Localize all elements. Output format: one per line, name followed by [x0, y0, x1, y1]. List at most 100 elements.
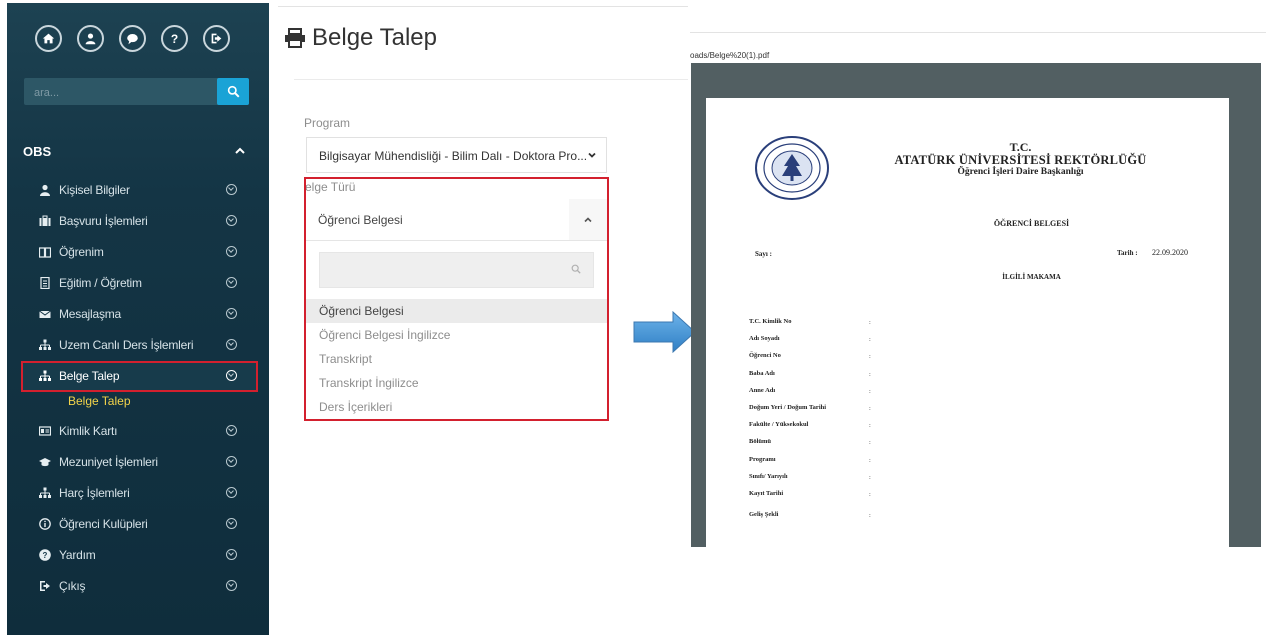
sidebar-item-basvuru-islemleri[interactable]: Başvuru İşlemleri [7, 206, 269, 237]
field-label: Kayıt Tarihi [749, 489, 784, 497]
sidebar-item-label: Kişisel Bilgiler [59, 183, 130, 197]
sign-out-icon [38, 580, 51, 593]
sidebar-menu: Kişisel Bilgiler Başvuru İşlemleri Öğren… [7, 175, 269, 602]
sidebar-item-egitim-ogretim[interactable]: Eğitim / Öğretim [7, 268, 269, 299]
option-ogrenci-belgesi[interactable]: Öğrenci Belgesi [306, 299, 607, 323]
program-select-value: Bilgisayar Mühendisliği - Bilim Dalı - D… [319, 149, 588, 163]
program-label: Program [304, 116, 351, 130]
option-transkript[interactable]: Transkript [306, 347, 607, 371]
chevron-circle-icon [226, 580, 237, 591]
chevron-circle-icon [226, 184, 237, 195]
sidebar-item-label: Başvuru İşlemleri [59, 214, 148, 228]
field-label: Bölümü [749, 438, 772, 446]
field-label: T.C. Kimlik No [749, 318, 792, 325]
doc-type-toggle[interactable] [569, 199, 607, 240]
chevron-circle-icon [226, 456, 237, 467]
sidebar-item-harc-islemleri[interactable]: Harç İşlemleri [7, 478, 269, 509]
sidebar: ? OBS Kişisel Bilgiler Başvuru İşlemleri [7, 3, 269, 635]
option-transkript-ingilizce[interactable]: Transkript İngilizce [306, 371, 607, 395]
sitemap-icon [38, 339, 51, 352]
pdf-address-bar[interactable]: oads/Belge%20(1).pdf [690, 32, 1266, 63]
field-colon: : [869, 473, 871, 481]
chat-icon[interactable] [119, 25, 146, 52]
field-label: Anne Adı [749, 386, 776, 394]
tarih-label: Tarih : [1117, 249, 1138, 257]
title-divider [294, 79, 688, 80]
field-label: Baba Adı [749, 369, 775, 377]
sayi-label: Sayı : [755, 250, 772, 258]
pdf-page: T.C. ATATÜRK ÜNİVERSİTESİ REKTÖRLÜĞÜ Öğr… [706, 98, 1229, 547]
field-label: Sınıfı/ Yarıyılı [749, 472, 788, 480]
chevron-down-icon [588, 152, 596, 158]
field-label: Programı [749, 455, 776, 463]
sidebar-item-cikis[interactable]: Çıkış [7, 571, 269, 602]
field-colon: : [869, 353, 871, 361]
chevron-up-icon [584, 217, 592, 223]
chevron-circle-icon [226, 549, 237, 560]
question-circle-icon: ? [38, 549, 51, 562]
sidebar-item-label: Yardım [59, 548, 96, 562]
option-ders-icerikleri[interactable]: Ders İçerikleri [306, 395, 607, 419]
field-colon: : [869, 336, 871, 344]
field-colon: : [869, 456, 871, 464]
doc-type-options: Öğrenci Belgesi Öğrenci Belgesi İngilizc… [306, 299, 607, 419]
option-ogrenci-belgesi-ingilizce[interactable]: Öğrenci Belgesi İngilizce [306, 323, 607, 347]
field-colon: : [869, 422, 871, 430]
user-icon[interactable] [77, 25, 104, 52]
sitemap-icon [38, 370, 51, 383]
sidebar-item-label: Mezuniyet İşlemleri [59, 455, 158, 469]
search-button[interactable] [217, 78, 249, 105]
sidebar-item-belge-talep[interactable]: Belge Talep [21, 361, 258, 392]
doc-type-search-input[interactable] [320, 253, 570, 289]
graduation-cap-icon [38, 456, 51, 469]
sidebar-item-yardim[interactable]: ? Yardım [7, 540, 269, 571]
page-title-text: Belge Talep [312, 24, 437, 51]
field-label: Geliş Şekli [749, 511, 779, 519]
sidebar-item-ogrenim[interactable]: Öğrenim [7, 237, 269, 268]
sidebar-item-label: Öğrenci Kulüpleri [59, 517, 148, 531]
chevron-circle-icon [226, 246, 237, 257]
field-label: Doğum Yeri / Doğum Tarihi [749, 403, 827, 411]
sidebar-item-ogrenci-kulupleri[interactable]: Öğrenci Kulüpleri [7, 509, 269, 540]
page-title: Belge Talep [284, 24, 437, 52]
submenu-item-label: Belge Talep [68, 394, 131, 408]
sidebar-item-mesajlasma[interactable]: Mesajlaşma [7, 299, 269, 330]
logout-icon[interactable] [203, 25, 230, 52]
chevron-circle-icon [226, 370, 237, 381]
section-obs-header[interactable]: OBS [23, 144, 245, 164]
info-circle-icon [38, 518, 51, 531]
doc-type-search [319, 252, 594, 289]
sidebar-item-label: Çıkış [59, 579, 86, 593]
sidebar-item-kisisel-bilgiler[interactable]: Kişisel Bilgiler [7, 175, 269, 206]
document-icon [38, 276, 51, 290]
field-label: Öğrenci No [749, 352, 781, 360]
chevron-circle-icon [226, 339, 237, 350]
sidebar-item-label: Eğitim / Öğretim [59, 276, 142, 290]
field-colon: : [869, 387, 871, 395]
submenu-item-belge-talep[interactable]: Belge Talep [7, 392, 269, 416]
id-card-icon [38, 425, 51, 438]
sidebar-item-kimlik-karti[interactable]: Kimlik Kartı [7, 416, 269, 447]
book-icon [38, 246, 51, 259]
header-divider [278, 6, 688, 7]
home-icon[interactable] [35, 25, 62, 52]
tarih-value: 22.09.2020 [1152, 248, 1188, 257]
sidebar-item-label: Kimlik Kartı [59, 424, 118, 438]
field-colon: : [869, 512, 871, 520]
top-icon-bar: ? [35, 25, 230, 52]
sidebar-search-input[interactable] [24, 78, 226, 107]
doc-type-select-value: Öğrenci Belgesi [318, 213, 403, 227]
search-icon [571, 264, 581, 274]
field-colon: : [869, 319, 871, 326]
chevron-circle-icon [226, 425, 237, 436]
header-university: ATATÜRK ÜNİVERSİTESİ REKTÖRLÜĞÜ [894, 153, 1147, 167]
help-icon[interactable]: ? [161, 25, 188, 52]
program-select[interactable]: Bilgisayar Mühendisliği - Bilim Dalı - D… [306, 137, 607, 173]
sidebar-item-uzem-canli-ders[interactable]: Uzem Canlı Ders İşlemleri [7, 330, 269, 361]
sidebar-item-mezuniyet-islemleri[interactable]: Mezuniyet İşlemleri [7, 447, 269, 478]
sidebar-item-label: Mesajlaşma [59, 307, 122, 321]
sidebar-item-label: Harç İşlemleri [59, 486, 130, 500]
person-icon [38, 184, 51, 197]
doc-type-select[interactable]: Öğrenci Belgesi [306, 199, 607, 241]
field-colon: : [869, 490, 871, 498]
